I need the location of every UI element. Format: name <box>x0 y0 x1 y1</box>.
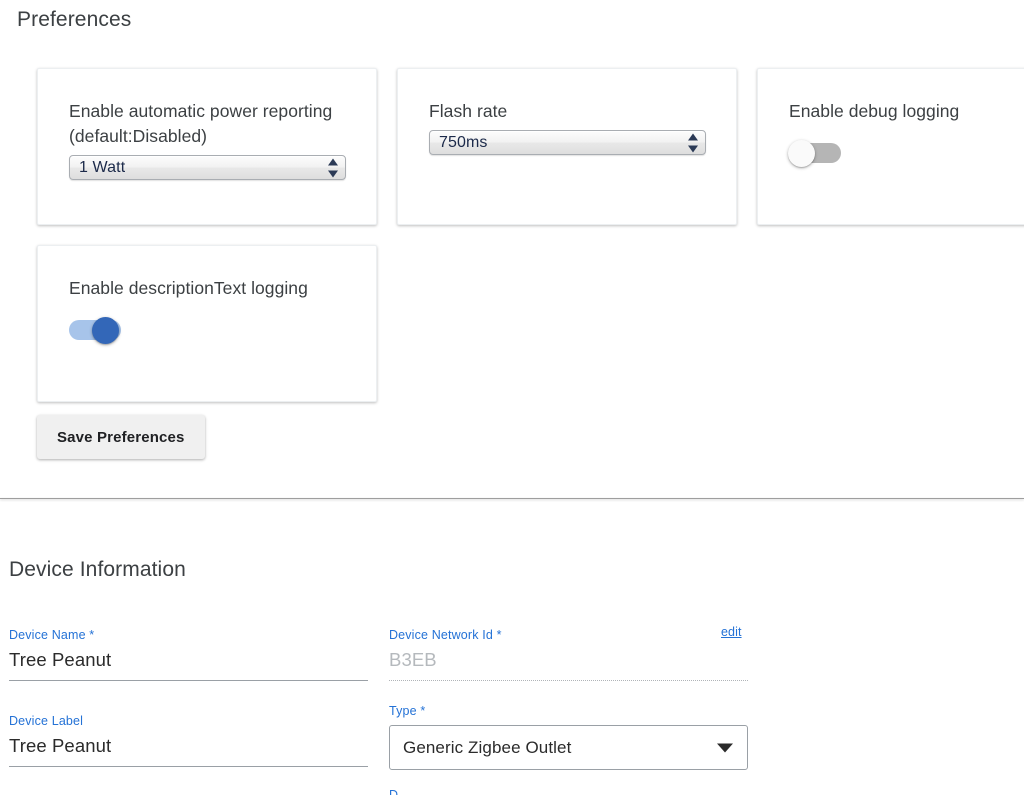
flash-rate-select[interactable]: 750ms <box>429 130 706 155</box>
page-title: Preferences <box>17 8 132 31</box>
preference-card-debug-logging: Enable debug logging <box>757 68 1024 225</box>
chevron-down-icon[interactable] <box>687 145 698 152</box>
chevron-up-icon[interactable] <box>327 158 338 165</box>
preference-card-row-1: Enable automatic power reporting (defaul… <box>37 68 1024 225</box>
type-select-value: Generic Zigbee Outlet <box>403 737 572 757</box>
preferences-page: Preferences Enable automatic power repor… <box>0 0 1024 795</box>
preference-card-flash-rate: Flash rate 750ms <box>397 68 737 225</box>
device-information-title: Device Information <box>9 558 186 581</box>
chevron-down-icon[interactable] <box>327 170 338 177</box>
field-label-device-name: Device Name * <box>9 628 95 642</box>
device-network-id-input: B3EB <box>389 649 748 681</box>
stepper-arrows-icon[interactable] <box>327 158 338 177</box>
preference-label-description-text-logging: Enable descriptionText logging <box>69 278 308 298</box>
section-divider <box>0 498 1024 499</box>
power-reporting-select-value: 1 Watt <box>79 158 126 176</box>
device-name-input[interactable]: Tree Peanut <box>9 649 368 681</box>
type-select[interactable]: Generic Zigbee Outlet <box>389 725 748 770</box>
toggle-knob <box>92 317 119 344</box>
preference-cards-area: Enable automatic power reporting (defaul… <box>37 68 1024 402</box>
preference-label-power-reporting: Enable automatic power reporting (defaul… <box>69 101 333 146</box>
field-device-name: Device Name * Tree Peanut <box>9 628 368 681</box>
chevron-up-icon[interactable] <box>687 133 698 140</box>
field-label-device-label: Device Label <box>9 714 84 728</box>
preference-card-row-2: Enable descriptionText logging <box>37 245 1024 402</box>
description-text-logging-toggle[interactable] <box>69 317 121 344</box>
power-reporting-select[interactable]: 1 Watt <box>69 155 346 180</box>
debug-logging-toggle[interactable] <box>788 140 841 167</box>
field-type: Type * Generic Zigbee Outlet <box>389 704 748 770</box>
device-label-input[interactable]: Tree Peanut <box>9 735 368 767</box>
field-device-label: Device Label Tree Peanut <box>9 714 368 767</box>
preference-label-flash-rate: Flash rate <box>429 101 508 121</box>
field-label-partial-next: D <box>389 788 399 795</box>
preference-card-description-text-logging: Enable descriptionText logging <box>37 245 377 402</box>
field-device-network-id: Device Network Id * B3EB <box>389 628 748 681</box>
preference-label-debug-logging: Enable debug logging <box>789 101 960 121</box>
toggle-knob <box>788 140 815 167</box>
chevron-down-icon[interactable] <box>717 743 733 752</box>
field-label-device-network-id: Device Network Id * <box>389 628 502 642</box>
save-preferences-button[interactable]: Save Preferences <box>37 415 205 459</box>
field-label-type: Type * <box>389 704 426 718</box>
edit-device-network-id-link[interactable]: edit <box>721 625 742 639</box>
stepper-arrows-icon[interactable] <box>687 133 698 152</box>
preference-card-power-reporting: Enable automatic power reporting (defaul… <box>37 68 377 225</box>
flash-rate-select-value: 750ms <box>439 133 488 151</box>
